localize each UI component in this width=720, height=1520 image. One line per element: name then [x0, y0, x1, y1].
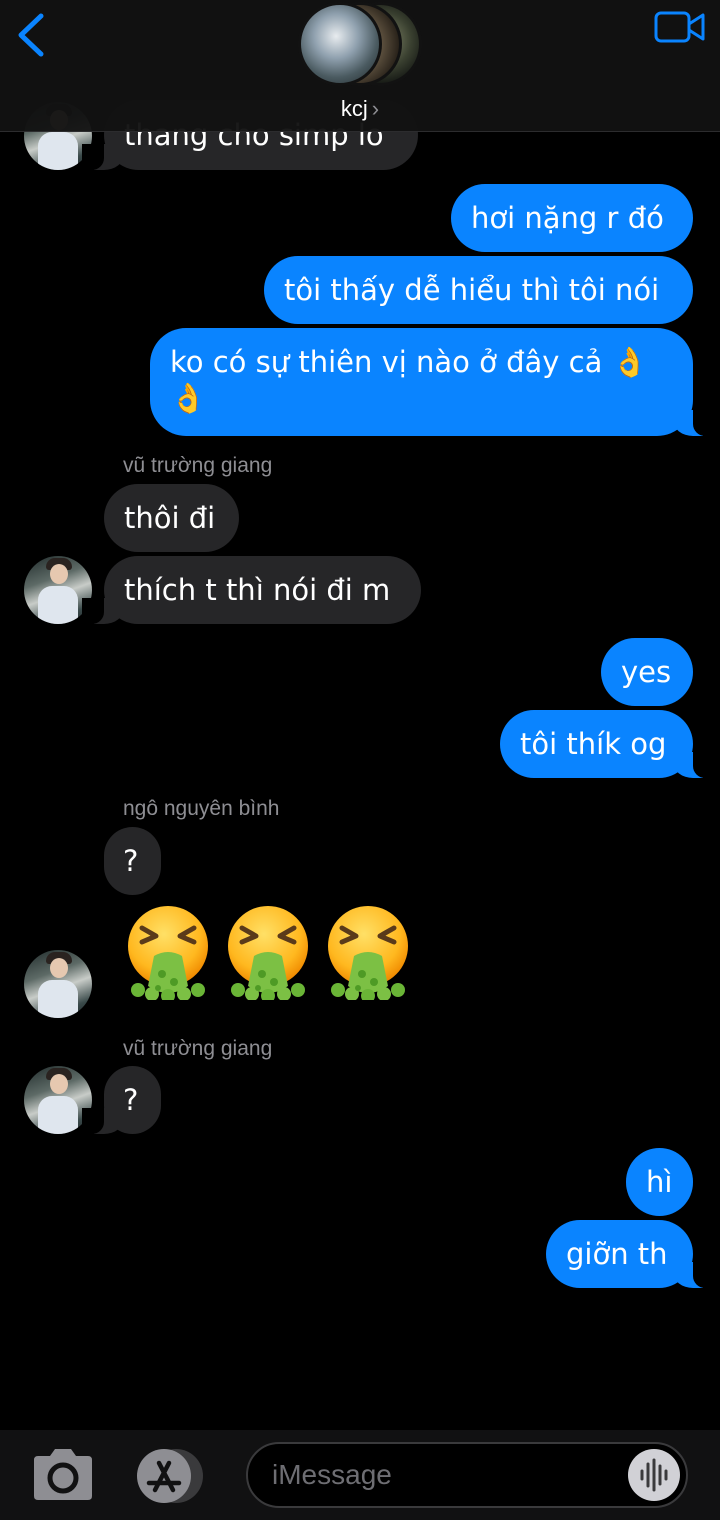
sender-name: vũ trường giang [123, 1037, 273, 1060]
message-text: thôi đi [124, 501, 216, 535]
chevron-right-icon: › [371, 96, 380, 121]
group-avatar[interactable] [298, 2, 422, 88]
outgoing-message[interactable]: ko có sự thiên vị nào ở đây cả 👌 👌 [150, 328, 715, 436]
message-text: ko có sự thiên vị nào ở đây cả 👌 [170, 345, 648, 379]
video-camera-icon[interactable] [654, 10, 706, 44]
outgoing-message[interactable]: hì [626, 1148, 693, 1216]
avatar-ngo-nguyen-binh[interactable] [24, 950, 92, 1018]
message-field[interactable] [246, 1442, 688, 1508]
composer-bar [0, 1430, 720, 1520]
group-member-avatar [298, 2, 382, 86]
waveform-icon [640, 1458, 668, 1492]
incoming-message[interactable]: ? [104, 827, 161, 895]
chevron-left-icon[interactable] [14, 12, 48, 58]
message-text: tôi thík og [520, 727, 667, 761]
sender-name: vũ trường giang [123, 454, 273, 477]
incoming-message[interactable]: ? [82, 1066, 161, 1134]
message-text: thích t thì nói đi m [124, 573, 391, 607]
chat-title-text: kcj [340, 96, 368, 121]
vomiting-face-icon [328, 906, 408, 1000]
message-text: hơi nặng r đó [471, 201, 664, 235]
outgoing-message[interactable]: yes [601, 638, 693, 706]
conversation[interactable]: thang cho simp lo hơi nặng r đó tôi thấy… [0, 0, 720, 1430]
audio-record-button[interactable] [628, 1449, 680, 1501]
outgoing-message[interactable]: hơi nặng r đó [451, 184, 693, 252]
message-text: yes [621, 655, 672, 689]
app-store-icon[interactable] [134, 1448, 208, 1504]
outgoing-message[interactable]: tôi thấy dễ hiểu thì tôi nói [264, 256, 693, 324]
message-text: tôi thấy dễ hiểu thì tôi nói [284, 273, 660, 307]
camera-icon[interactable] [30, 1446, 96, 1502]
incoming-message[interactable]: thích t thì nói đi m [82, 556, 421, 624]
vomiting-face-icon [128, 906, 208, 1000]
chat-title[interactable]: kcj › [0, 96, 720, 122]
outgoing-message[interactable]: giỡn th [546, 1220, 715, 1288]
message-text: ? [123, 1083, 139, 1117]
message-input[interactable] [272, 1444, 612, 1506]
sender-name: ngô nguyên bình [123, 797, 280, 820]
outgoing-message[interactable]: tôi thík og [500, 710, 715, 778]
message-text: hì [646, 1165, 673, 1199]
message-text: 👌 [170, 381, 207, 415]
vomiting-face-icon [228, 906, 308, 1000]
incoming-message[interactable]: thôi đi [104, 484, 239, 552]
emoji-message[interactable] [124, 904, 412, 1000]
message-text: giỡn th [566, 1237, 668, 1271]
chat-header: kcj › [0, 0, 720, 132]
message-text: ? [123, 844, 139, 878]
